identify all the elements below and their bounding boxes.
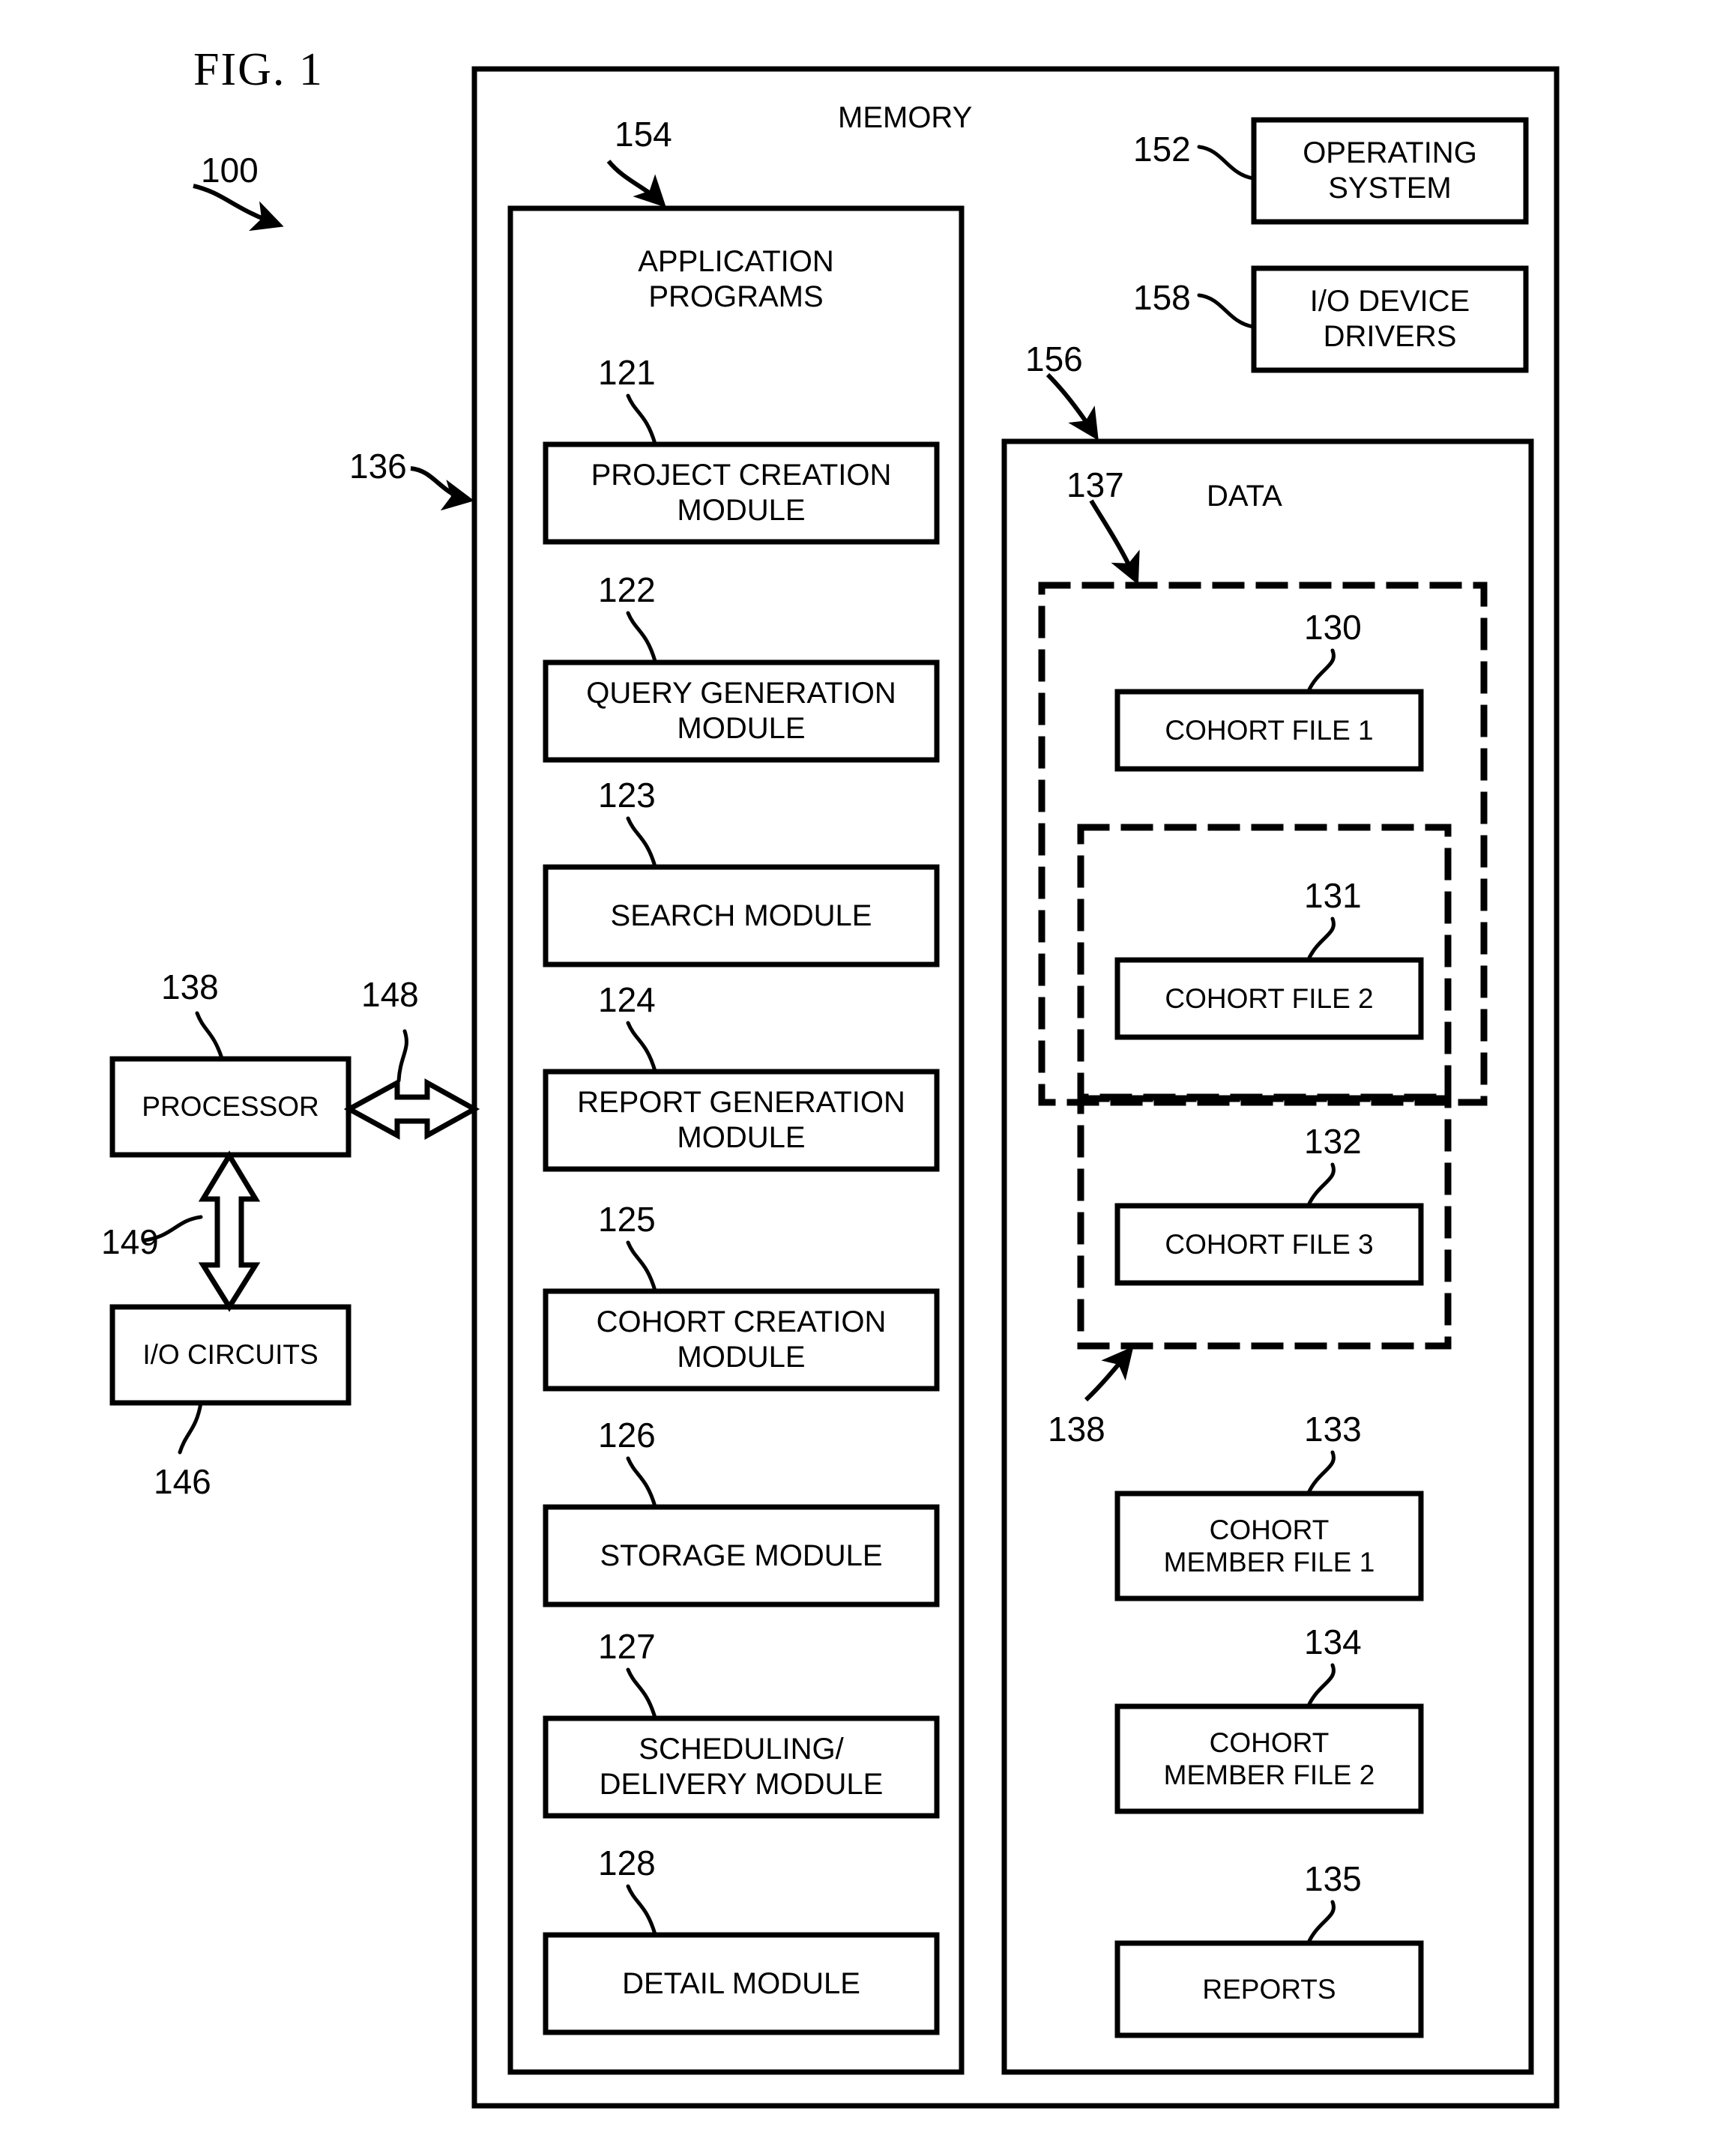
operating-system-box: OPERATING SYSTEM [1303,136,1477,205]
leader-135 [1306,1900,1336,1945]
ref-138-cohort-group: 138 [1048,1410,1105,1449]
bus-arrow-149 [198,1150,261,1312]
cohort-member-file-1-box: COHORT MEMBER FILE 1 [1163,1514,1375,1577]
ref-132: 132 [1304,1122,1362,1161]
ref-156: 156 [1025,339,1083,378]
leader-133 [1306,1450,1336,1495]
leader-130 [1306,648,1336,693]
ref-137: 137 [1066,465,1124,504]
query-generation-module: QUERY GENERATION MODULE [586,677,896,745]
ref-122: 122 [598,570,656,609]
leader-138-processor [195,1011,224,1060]
ref-128: 128 [598,1844,656,1882]
ref-146: 146 [154,1462,211,1501]
ref-149: 149 [101,1222,159,1261]
leader-134 [1306,1663,1336,1708]
arrow-100-to-system [193,184,284,232]
figure-title: FIG. 1 [193,44,324,95]
project-creation-module: PROJECT CREATION MODULE [591,459,892,527]
ref-124: 124 [598,980,656,1019]
bus-arrow-148 [343,1078,480,1140]
memory-label: MEMORY [838,101,973,134]
leader-128 [626,1884,657,1936]
ref-136: 136 [349,447,407,486]
leader-122 [626,611,657,663]
leader-123 [626,816,657,869]
storage-module: STORAGE MODULE [600,1539,883,1572]
leader-148 [396,1029,408,1083]
ref-133: 133 [1304,1410,1362,1449]
arrow-138-to-inner-group [1084,1346,1134,1402]
ref-123: 123 [598,776,656,815]
ref-138-processor: 138 [161,967,219,1006]
ref-158: 158 [1133,278,1191,317]
ref-121: 121 [598,353,656,392]
cohort-file-3-box: COHORT FILE 3 [1165,1228,1374,1260]
ref-126: 126 [598,1416,656,1455]
io-device-drivers-box: I/O DEVICE DRIVERS [1309,285,1470,353]
reports-box: REPORTS [1202,1973,1336,2005]
ref-131: 131 [1304,876,1362,915]
report-generation-module: REPORT GENERATION MODULE [577,1086,905,1154]
application-programs-label: APPLICATION PROGRAMS [638,245,834,313]
io-circuits-box: I/O CIRCUITS [142,1339,319,1371]
ref-154: 154 [615,115,672,154]
leader-131 [1306,917,1336,961]
ref-135: 135 [1304,1859,1362,1898]
patent-figure-page: FIG. 1 100 MEMORY 154 APPLICATION PROGRA… [0,0,1720,2156]
cohort-creation-module: COHORT CREATION MODULE [596,1305,887,1374]
ref-100: 100 [201,151,259,190]
search-module: SEARCH MODULE [610,899,872,932]
data-label: DATA [1207,480,1282,513]
cohort-file-2-box: COHORT FILE 2 [1165,982,1374,1014]
leader-152 [1197,145,1255,181]
leader-121 [626,393,657,446]
ref-134: 134 [1304,1622,1362,1661]
leader-127 [626,1667,657,1720]
ref-127: 127 [598,1627,656,1666]
ref-152: 152 [1133,130,1191,169]
arrow-154-to-app-frame [606,160,666,208]
leader-132 [1306,1162,1336,1207]
ref-148: 148 [361,975,419,1014]
ref-125: 125 [598,1200,656,1239]
arrow-137-to-cohort-group [1089,499,1140,585]
ref-130: 130 [1304,608,1362,647]
leader-126 [626,1456,657,1509]
leader-158 [1197,293,1255,329]
detail-module: DETAIL MODULE [622,1966,860,2000]
leader-125 [626,1240,657,1293]
arrow-136-to-memory [410,466,474,511]
scheduling-delivery-module: SCHEDULING/ DELIVERY MODULE [599,1733,884,1801]
arrow-156-to-data [1045,372,1099,441]
leader-124 [626,1021,657,1073]
cohort-member-file-2-box: COHORT MEMBER FILE 2 [1163,1727,1375,1790]
leader-146 [178,1401,203,1455]
cohort-file-1-box: COHORT FILE 1 [1165,714,1374,746]
processor-box: PROCESSOR [142,1091,319,1123]
